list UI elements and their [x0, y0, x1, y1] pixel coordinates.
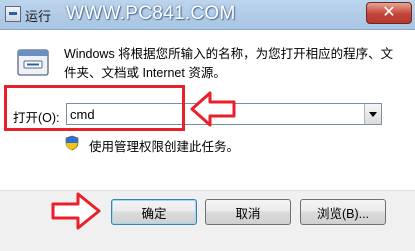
run-icon — [5, 6, 21, 22]
chevron-down-icon[interactable] — [364, 104, 381, 124]
ok-button[interactable]: 确定 — [111, 199, 197, 225]
description-text: Windows 将根据您所输入的名称，为您打开相应的程序、文件夹、文档或 Int… — [64, 47, 394, 80]
close-button[interactable]: ✕ — [366, 2, 412, 24]
browse-button[interactable]: 浏览(B)... — [300, 199, 386, 225]
close-icon: ✕ — [382, 4, 396, 21]
watermark-url: WWW.PC841.COM — [66, 3, 236, 24]
highlight-box — [4, 85, 185, 131]
run-program-icon — [17, 49, 49, 76]
uac-shield-icon — [65, 135, 79, 151]
title-bar[interactable]: 运行 WWW.PC841.COM ✕ — [0, 0, 415, 30]
left-arrow-annotation — [190, 91, 236, 127]
right-arrow-annotation — [51, 192, 101, 230]
admin-note: 使用管理权限创建此任务。 — [89, 140, 240, 154]
window-title: 运行 — [25, 9, 52, 24]
run-dialog: 运行 WWW.PC841.COM ✕ Windows 将根据您所输入的名称，为您… — [0, 0, 415, 251]
cancel-button[interactable]: 取消 — [205, 199, 291, 225]
